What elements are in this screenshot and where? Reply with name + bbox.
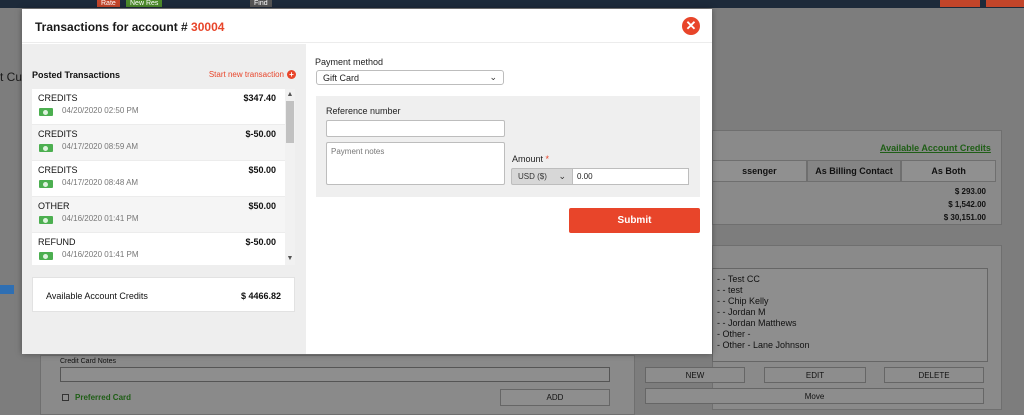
transaction-date: 04/16/2020 01:41 PM bbox=[62, 214, 139, 223]
top-right-button-2[interactable] bbox=[986, 0, 1024, 7]
scroll-down-icon[interactable]: ▼ bbox=[285, 254, 295, 264]
transaction-date: 04/16/2020 01:41 PM bbox=[62, 250, 139, 259]
amount-1: $ 293.00 bbox=[954, 187, 986, 196]
tab-billing-contact[interactable]: As Billing Contact bbox=[806, 160, 902, 182]
payment-details-box: Reference number Payment notes Amount * … bbox=[316, 96, 700, 197]
card-panel bbox=[40, 355, 635, 415]
new-transaction-form: Payment method Gift Card ⌄ Reference num… bbox=[306, 44, 712, 354]
currency-value: USD ($) bbox=[518, 172, 547, 181]
find-button[interactable]: Find bbox=[250, 0, 272, 7]
transaction-row[interactable]: OTHER $50.00 04/16/2020 01:41 PM bbox=[32, 197, 295, 233]
contact-item[interactable]: - - Test CC bbox=[713, 274, 987, 285]
contact-item[interactable]: - Other - Lane Johnson bbox=[713, 340, 987, 351]
cc-notes-input[interactable] bbox=[60, 367, 610, 382]
contact-item[interactable]: - - Jordan Matthews bbox=[713, 318, 987, 329]
preferred-card-label: Preferred Card bbox=[75, 393, 132, 402]
contact-item[interactable]: - Other - bbox=[713, 329, 987, 340]
chevron-down-icon: ⌄ bbox=[489, 72, 497, 82]
cash-icon bbox=[39, 180, 53, 188]
close-icon[interactable]: ✕ bbox=[682, 17, 700, 35]
tab-as-both[interactable]: As Both bbox=[901, 160, 997, 182]
contact-item[interactable]: - - Jordan M bbox=[713, 307, 987, 318]
modal-header: Transactions for account # 30004 ✕ bbox=[22, 9, 712, 43]
transaction-date: 04/17/2020 08:59 AM bbox=[62, 142, 139, 151]
modal-title-text: Transactions for account # bbox=[35, 20, 192, 34]
transaction-type: REFUND bbox=[38, 237, 76, 247]
transaction-type: CREDITS bbox=[38, 165, 78, 175]
move-button[interactable]: Move bbox=[645, 388, 984, 404]
tab-passenger[interactable]: ssenger bbox=[712, 160, 807, 182]
blue-marker bbox=[0, 285, 14, 294]
reference-number-label: Reference number bbox=[326, 106, 401, 116]
contact-item[interactable]: - - Chip Kelly bbox=[713, 296, 987, 307]
transaction-row[interactable]: CREDITS $347.40 04/20/2020 02:50 PM bbox=[32, 89, 295, 125]
top-right-button[interactable] bbox=[940, 0, 980, 7]
transaction-date: 04/17/2020 08:48 AM bbox=[62, 178, 139, 187]
role-tabs: ssenger As Billing Contact As Both bbox=[712, 160, 997, 182]
chevron-down-icon: ⌄ bbox=[558, 171, 566, 181]
payment-method-select[interactable]: Gift Card ⌄ bbox=[316, 70, 504, 85]
contacts-list[interactable]: - - Test CC - - test - - Chip Kelly - - … bbox=[712, 268, 988, 362]
transaction-amount: $-50.00 bbox=[245, 237, 276, 247]
edit-contact-button[interactable]: EDIT bbox=[764, 367, 866, 383]
available-credits-amount: $ 4466.82 bbox=[240, 291, 281, 301]
payment-method-label: Payment method bbox=[315, 57, 384, 67]
cash-icon bbox=[39, 216, 53, 224]
cash-icon bbox=[39, 252, 53, 260]
available-credits-link[interactable]: Available Account Credits bbox=[880, 143, 991, 153]
cash-icon bbox=[39, 144, 53, 152]
start-new-transaction-label: Start new transaction bbox=[208, 70, 284, 79]
scroll-up-icon[interactable]: ▲ bbox=[285, 90, 295, 100]
amount-3: $ 30,151.00 bbox=[943, 213, 986, 222]
plus-icon: + bbox=[287, 70, 296, 79]
new-contact-button[interactable]: NEW bbox=[645, 367, 745, 383]
available-credits-label: Available Account Credits bbox=[46, 291, 148, 301]
contact-item[interactable]: - - test bbox=[713, 285, 987, 296]
amount-2: $ 1,542.00 bbox=[948, 200, 986, 209]
posted-transactions-panel: Posted Transactions Start new transactio… bbox=[22, 44, 306, 354]
posted-transactions-title: Posted Transactions bbox=[32, 70, 121, 80]
payment-method-value: Gift Card bbox=[323, 73, 360, 83]
transaction-amount: $50.00 bbox=[248, 165, 276, 175]
transaction-type: CREDITS bbox=[38, 129, 78, 139]
transaction-row[interactable]: CREDITS $50.00 04/17/2020 08:48 AM bbox=[32, 161, 295, 197]
account-number: 30004 bbox=[191, 20, 225, 34]
cc-notes-label: Credit Card Notes bbox=[60, 358, 117, 365]
transaction-amount: $347.40 bbox=[243, 93, 276, 103]
transaction-date: 04/20/2020 02:50 PM bbox=[62, 106, 139, 115]
amount-input[interactable]: 0.00 bbox=[572, 168, 689, 185]
add-card-button[interactable]: ADD bbox=[500, 389, 610, 406]
transaction-row[interactable]: CREDITS $-50.00 04/17/2020 08:59 AM bbox=[32, 125, 295, 161]
transaction-type: OTHER bbox=[38, 201, 70, 211]
modal-title: Transactions for account # 30004 bbox=[35, 20, 224, 34]
required-mark: * bbox=[545, 154, 550, 164]
transaction-type: CREDITS bbox=[38, 93, 78, 103]
top-toolbar: Rate New Res Find bbox=[0, 0, 1024, 8]
transaction-list[interactable]: CREDITS $347.40 04/20/2020 02:50 PM CRED… bbox=[32, 89, 295, 265]
available-credits-card: Available Account Credits $ 4466.82 bbox=[32, 277, 295, 312]
scroll-thumb[interactable] bbox=[286, 101, 294, 143]
submit-button[interactable]: Submit bbox=[569, 208, 700, 233]
currency-select[interactable]: USD ($) ⌄ bbox=[511, 168, 573, 185]
rate-button[interactable]: Rate bbox=[97, 0, 120, 7]
cash-icon bbox=[39, 108, 53, 116]
transaction-amount: $-50.00 bbox=[245, 129, 276, 139]
amount-label: Amount * bbox=[512, 154, 549, 164]
transaction-row[interactable]: REFUND $-50.00 04/16/2020 01:41 PM bbox=[32, 233, 295, 265]
transactions-modal: Transactions for account # 30004 ✕ Poste… bbox=[22, 9, 712, 354]
preferred-card-checkbox[interactable] bbox=[62, 394, 69, 401]
new-res-button[interactable]: New Res bbox=[126, 0, 163, 7]
start-new-transaction-link[interactable]: Start new transaction + bbox=[209, 70, 296, 79]
amount-label-text: Amount bbox=[512, 154, 544, 164]
delete-contact-button[interactable]: DELETE bbox=[884, 367, 984, 383]
reference-number-input[interactable] bbox=[326, 120, 505, 137]
transaction-scrollbar[interactable]: ▲ ▼ bbox=[285, 89, 295, 265]
payment-notes-input[interactable]: Payment notes bbox=[326, 142, 505, 185]
transaction-amount: $50.00 bbox=[248, 201, 276, 211]
